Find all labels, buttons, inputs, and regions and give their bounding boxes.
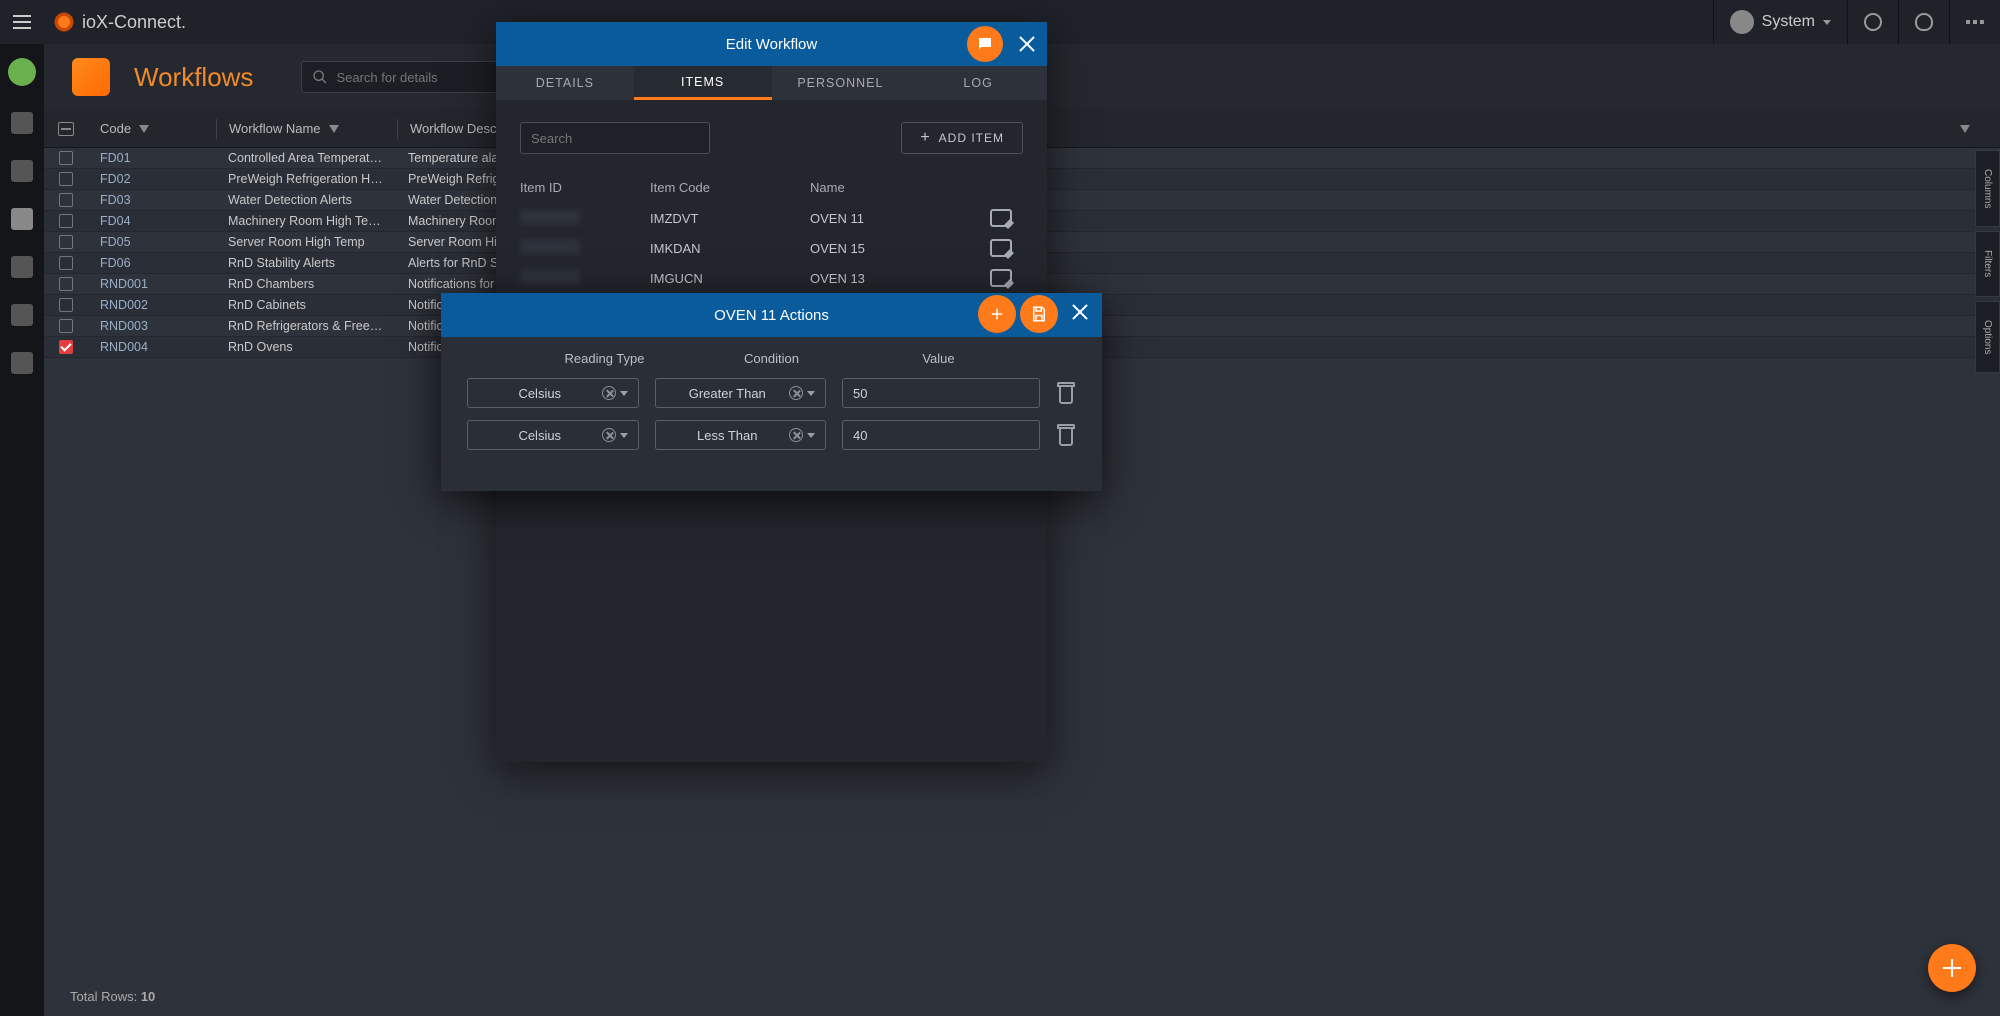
comment-button[interactable] [967,26,1003,62]
reading-type-value: Celsius [478,386,602,401]
comment-icon [976,35,994,53]
cell-item-code: IMZDVT [650,211,810,226]
save-icon [1030,305,1048,323]
chevron-down-icon [807,391,815,396]
plus-icon: + [920,130,930,146]
reading-type-select[interactable]: Celsius [467,420,639,450]
item-row: IMGUCN OVEN 13 [520,263,1023,293]
plus-icon [988,305,1006,323]
actions-modal-header: OVEN 11 Actions [441,293,1102,337]
col-value: Value [855,351,1022,366]
condition-row: Celsius Less Than [467,420,1076,450]
delete-condition-button[interactable] [1056,382,1076,404]
edit-item-button[interactable] [989,269,1023,287]
condition-value: Less Than [666,428,790,443]
cell-item-name: OVEN 11 [810,211,989,226]
condition-row: Celsius Greater Than [467,378,1076,408]
modal-title: Edit Workflow [726,36,817,53]
chevron-down-icon [807,433,815,438]
value-input[interactable] [842,378,1040,408]
col-item-code: Item Code [650,180,810,195]
chevron-down-icon [620,391,628,396]
cell-item-id [520,210,650,227]
tab-log[interactable]: LOG [909,66,1047,100]
cell-item-id [520,270,650,287]
condition-value: Greater Than [666,386,790,401]
tab-details[interactable]: DETAILS [496,66,634,100]
cell-item-code: IMGUCN [650,271,810,286]
col-reading-type: Reading Type [521,351,688,366]
actions-modal-body: Reading Type Condition Value Celsius Gre… [441,337,1102,491]
items-search-input[interactable] [531,131,707,146]
actions-columns: Reading Type Condition Value [467,351,1076,366]
col-item-name: Name [810,180,1023,195]
delete-condition-button[interactable] [1056,424,1076,446]
reading-type-value: Celsius [478,428,602,443]
condition-select[interactable]: Less Than [655,420,827,450]
value-input[interactable] [842,420,1040,450]
close-modal-button[interactable] [1017,34,1037,54]
close-actions-button[interactable] [1070,302,1094,326]
items-search[interactable] [520,122,710,154]
edit-item-button[interactable] [989,239,1023,257]
item-row: IMZDVT OVEN 11 [520,203,1023,233]
edit-icon [990,209,1012,227]
add-item-button[interactable]: +ADD ITEM [901,122,1023,154]
cell-item-name: OVEN 13 [810,271,989,286]
item-row: IMKDAN OVEN 15 [520,233,1023,263]
reading-type-select[interactable]: Celsius [467,378,639,408]
edit-icon [990,239,1012,257]
clear-icon[interactable] [602,386,616,400]
clear-icon[interactable] [789,428,803,442]
save-actions-button[interactable] [1020,295,1058,333]
modal-header: Edit Workflow [496,22,1047,66]
edit-icon [990,269,1012,287]
condition-select[interactable]: Greater Than [655,378,827,408]
edit-item-button[interactable] [989,209,1023,227]
cell-item-name: OVEN 15 [810,241,989,256]
add-condition-button[interactable] [978,295,1016,333]
clear-icon[interactable] [789,386,803,400]
col-item-id: Item ID [520,180,650,195]
actions-modal-title: OVEN 11 Actions [714,307,829,324]
item-actions-modal: OVEN 11 Actions Reading Type Condition V… [441,293,1102,491]
cell-item-code: IMKDAN [650,241,810,256]
tab-personnel[interactable]: PERSONNEL [772,66,910,100]
items-table-header: Item ID Item Code Name [520,180,1023,203]
conditions-list: Celsius Greater Than Celsius Less Than [467,378,1076,450]
chevron-down-icon [620,433,628,438]
tab-items[interactable]: ITEMS [634,66,772,100]
modal-tabs: DETAILS ITEMS PERSONNEL LOG [496,66,1047,100]
clear-icon[interactable] [602,428,616,442]
col-condition: Condition [688,351,855,366]
cell-item-id [520,240,650,257]
